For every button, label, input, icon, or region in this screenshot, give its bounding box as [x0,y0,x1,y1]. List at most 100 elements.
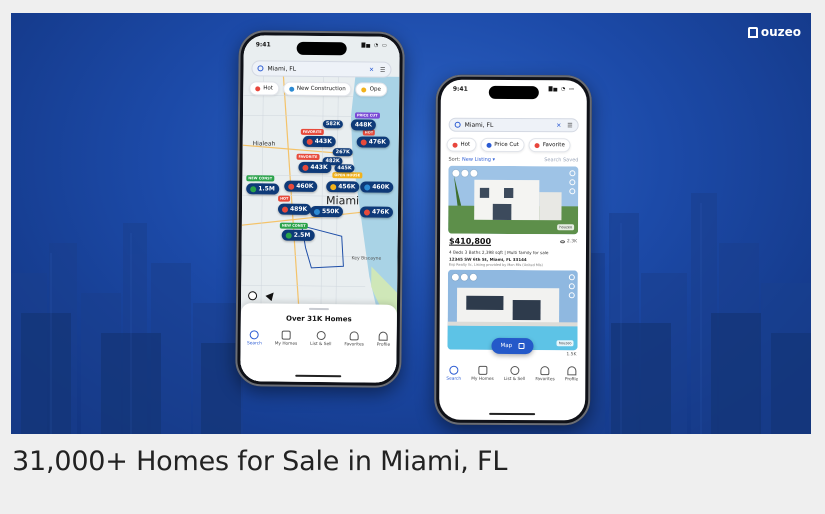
person-icon [567,366,577,376]
listing-actions [569,170,576,195]
flame-pin-icon [281,206,289,213]
listing-card-1[interactable]: houzeo [448,165,579,235]
badge-icon [452,169,460,177]
results-count: Over 31K Homes [285,314,352,324]
flame-pin-icon [360,138,367,145]
list-sell-icon [316,330,326,341]
list-sell-icon [510,365,520,376]
dynamic-island [296,41,347,56]
chip-hot[interactable]: Hot [249,81,280,96]
price-pin[interactable]: 460K [284,180,318,192]
houzeo-watermark: houzeo [557,224,575,231]
price-pin[interactable]: 476K [359,206,394,218]
heart-pin-icon [302,164,309,171]
results-sheet[interactable]: Over 31K Homes Search My Homes List & Se… [240,303,398,383]
building-icon [288,86,294,92]
tab-search[interactable]: Search [247,330,262,346]
tab-favorites[interactable]: Favorites [344,331,364,347]
dynamic-island [488,85,539,100]
price-cut-icon [486,142,492,148]
chip-hot[interactable]: Hot [446,137,477,152]
search-input[interactable]: Miami, FL ✕ ☰ [448,117,579,133]
tab-profile[interactable]: Profile [377,331,391,348]
price-pin[interactable]: 445K [334,164,355,173]
price-pin[interactable]: 460K [360,181,394,193]
clear-icon[interactable]: ✕ [369,66,374,73]
price-pin[interactable]: 582K [322,120,344,129]
share-icon[interactable] [568,283,575,290]
map-tag: FAVORITE [300,128,324,136]
sheet-handle[interactable] [308,307,329,311]
heart-icon [540,366,550,376]
filter-chips: Hot Price Cut Favorite [446,137,587,153]
tab-my-homes[interactable]: My Homes [471,365,494,382]
badge-icon [469,273,477,281]
search-icon [257,65,264,72]
clear-icon[interactable]: ✕ [556,122,561,129]
heart-icon [534,142,540,148]
price-pin[interactable]: 456K [326,181,360,193]
bottom-tab-bar: Search My Homes List & Sell Favorites Pr… [441,361,584,383]
map-screen: Hialeah Miami Key Biscayne PRICE CUT FAV… [240,35,400,383]
phone-map-view: Hialeah Miami Key Biscayne PRICE CUT FAV… [235,30,405,388]
building-pin-icon [285,232,292,239]
listing-price[interactable]: $410,800 [449,237,491,246]
filter-chips: Hot New Construction Ope [249,81,399,97]
badge-icon [470,169,478,177]
flame-pin-icon [363,208,371,216]
flame-icon [255,85,261,91]
open-house-icon [361,86,367,92]
dislike-icon[interactable] [568,292,575,299]
price-pin[interactable]: 448K [350,119,377,131]
home-indicator [489,412,536,416]
heart-icon[interactable] [568,274,575,281]
price-pin[interactable]: 489K [277,203,312,215]
price-pin[interactable]: 443K [302,135,336,148]
tab-search[interactable]: Search [446,365,461,382]
building-pin-icon [250,185,257,192]
phone-list-view: 9:41 ▇▅ ◔ ▭ Miami, FL ✕ ☰ Hot Price Cut … [434,74,592,426]
badge-icon [451,273,459,281]
listing-photo[interactable]: houzeo [448,165,579,235]
filter-icon[interactable]: ☰ [567,122,572,129]
tab-favorites[interactable]: Favorites [535,366,555,382]
person-icon [378,331,389,341]
listing-card[interactable]: ouzeo Hialeah Miami Key Biscayne PRICE C… [0,0,825,514]
tab-my-homes[interactable]: My Homes [275,330,298,347]
sort-row: Sort: New Listing ▾ Search Saved [448,157,578,164]
tab-list-sell[interactable]: List & Sell [504,365,525,382]
price-pin[interactable]: 443K [298,161,332,174]
price-pin[interactable]: 476K [356,136,390,148]
price-pin[interactable]: 2.5M [281,229,315,241]
heart-icon [349,331,359,341]
tab-profile[interactable]: Profile [565,366,578,382]
price-pin[interactable]: 550K [309,205,344,218]
price-pin[interactable]: 1.5M [246,183,279,195]
save-search-button[interactable]: Search Saved [544,157,578,163]
search-input[interactable]: Miami, FL ✕ ☰ [251,60,392,78]
heart-icon[interactable] [569,170,576,177]
dislike-icon[interactable] [569,188,576,195]
share-icon[interactable] [569,179,576,186]
house-logo-icon [747,26,758,38]
listing-title[interactable]: 31,000+ Homes for Sale in Miami, FL [12,446,507,477]
price-pin[interactable]: 267K [332,148,353,157]
map-toggle-button[interactable]: Map [491,337,534,355]
chip-open-house[interactable]: Ope [355,82,387,97]
chip-new-construction[interactable]: New Construction [282,81,352,97]
map-label-key-biscayne: Key Biscayne [351,256,382,262]
building-pin-icon [313,208,321,215]
sort-dropdown[interactable]: Sort: New Listing ▾ [448,157,495,163]
map-tag: FAVORITE [296,153,320,160]
filter-icon[interactable]: ☰ [380,66,385,73]
location-icon[interactable] [248,291,258,301]
city-skyline-illustration [11,193,811,434]
houzeo-logo[interactable]: ouzeo [747,25,801,39]
chip-favorite[interactable]: Favorite [528,138,571,153]
map-tag: HOT [278,195,291,202]
map-tag: PRICE CUT [354,112,380,119]
map-tag: NEW CONST [279,222,308,229]
tab-list-sell[interactable]: List & Sell [310,330,332,347]
chip-price-cut[interactable]: Price Cut [480,137,525,153]
home-icon [478,365,488,375]
